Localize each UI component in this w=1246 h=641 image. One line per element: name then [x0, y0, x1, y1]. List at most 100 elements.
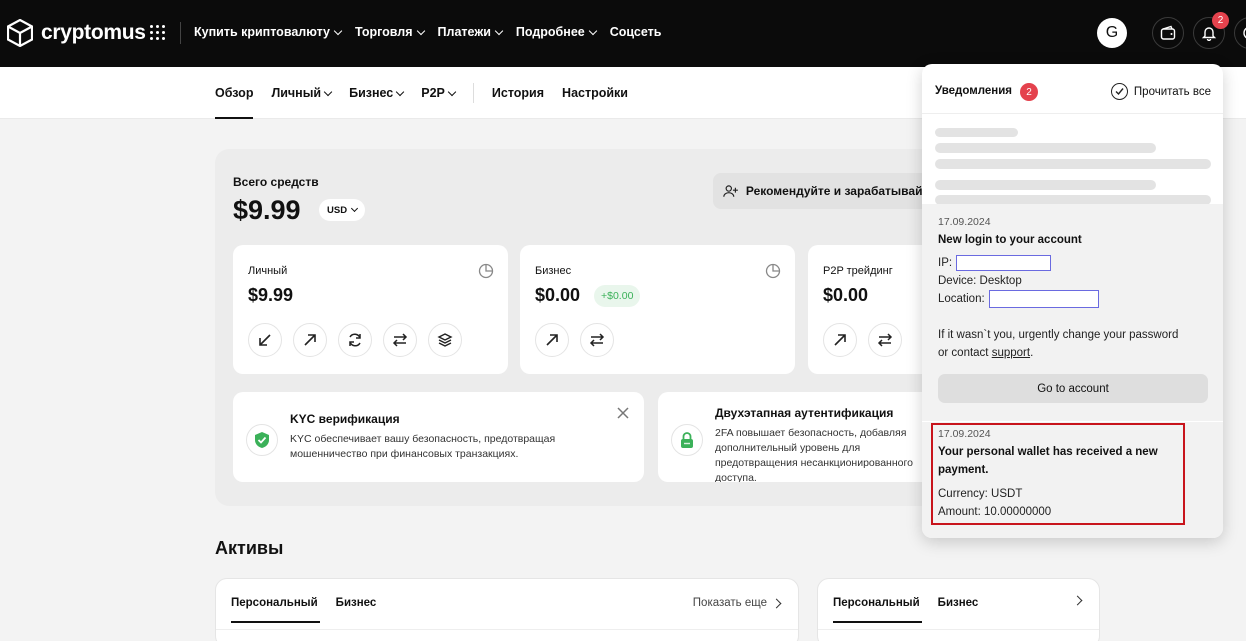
refer-earn-button[interactable]: Рекомендуйте и зарабатывайте	[713, 173, 935, 209]
receive-button[interactable]	[248, 323, 282, 357]
chevron-down-icon	[323, 87, 333, 96]
warning-text: If it wasn`t you, urgently change your p…	[938, 329, 1179, 359]
p2p-wallet-card[interactable]: P2P трейдинг $0.00	[808, 245, 935, 374]
tab-history[interactable]: История	[492, 67, 544, 119]
convert-button[interactable]	[338, 323, 372, 357]
tab-label: Обзор	[215, 86, 254, 100]
swap-arrows-icon	[392, 333, 408, 347]
loading-skeleton	[935, 143, 1156, 153]
chevron-down-icon	[351, 204, 359, 213]
arrow-down-left-icon	[259, 334, 271, 346]
tab-separator	[472, 83, 474, 103]
nav-trading[interactable]: Торговля	[355, 25, 425, 39]
go-to-account-button[interactable]: Go to account	[938, 374, 1208, 403]
loading-skeleton	[935, 180, 1156, 190]
currency-select[interactable]: USD	[319, 199, 366, 221]
wallet-title: Личный	[248, 265, 288, 277]
tab-personal[interactable]: Личный	[271, 67, 333, 119]
next-button[interactable]	[1072, 595, 1083, 606]
chevron-down-icon	[588, 26, 597, 35]
warning-label: If it wasn`t you, urgently change your p…	[938, 329, 1179, 359]
main-nav: Купить криптовалюту Торговля Платежи Под…	[194, 25, 661, 39]
notification-badge: 2	[1212, 12, 1229, 29]
chevron-down-icon	[396, 87, 405, 96]
tab-label: P2P	[421, 86, 445, 100]
notifications-title: Уведомления	[935, 85, 1012, 97]
twofa-title: Двухэтапная аутентификация	[715, 406, 894, 420]
top-bar: cryptomus Купить криптовалюту Торговля П…	[0, 0, 1246, 67]
nav-payments[interactable]: Платежи	[438, 25, 504, 39]
notifications-count-badge: 2	[1020, 83, 1038, 101]
swap-arrows-icon	[589, 333, 605, 347]
nav-buy-crypto[interactable]: Купить криптовалюту	[194, 25, 343, 39]
assets-heading: Активы	[215, 538, 284, 558]
loading-skeleton	[935, 128, 1018, 137]
chevron-down-icon	[494, 26, 504, 35]
wallet-icon	[1160, 25, 1176, 40]
notification-date: 17.09.2024	[938, 216, 991, 228]
wallet-button[interactable]	[1152, 17, 1184, 49]
wallet-balance: $0.00	[535, 285, 581, 305]
twofa-description: 2FA повышает безопасность, добавляя допо…	[715, 427, 913, 482]
wallet-balance: $0.00	[823, 285, 869, 305]
tab-overview[interactable]: Обзор	[215, 67, 254, 119]
cryptomus-logo[interactable]: cryptomus	[7, 19, 146, 47]
theme-button[interactable]	[1234, 17, 1246, 49]
read-all-button[interactable]: Прочитать все	[1110, 83, 1211, 100]
show-more-link[interactable]: Показать еще	[692, 597, 782, 609]
apps-grid-icon[interactable]	[150, 25, 166, 41]
send-button[interactable]	[535, 323, 569, 357]
tab-settings[interactable]: Настройки	[562, 67, 628, 119]
assets-card-secondary: Персональный Бизнес	[817, 578, 1100, 641]
nav-more[interactable]: Подробнее	[515, 25, 597, 39]
arrow-up-right-icon	[304, 334, 316, 346]
highlight-annotation	[931, 423, 1185, 525]
overview-card: Всего средств $9.99 USD Рекомендуйте и з…	[215, 149, 935, 506]
notifications-header: Уведомления 2 Прочитать все	[922, 64, 1223, 114]
tab-assets-personal[interactable]: Персональный	[833, 597, 922, 623]
tab-label: Настройки	[562, 86, 628, 100]
assets-card-main: Персональный Бизнес Показать еще	[215, 578, 799, 641]
tab-assets-business[interactable]: Бизнес	[938, 597, 979, 623]
nav-social[interactable]: Соцсеть	[610, 25, 662, 39]
brand-name: cryptomus	[41, 21, 146, 44]
tab-label: Бизнес	[349, 86, 394, 100]
transfer-button[interactable]	[580, 323, 614, 357]
twofa-card[interactable]: Двухэтапная аутентификация 2FA повышает …	[658, 392, 935, 482]
currency-value: USD	[327, 204, 348, 216]
wallet-title: P2P трейдинг	[823, 265, 893, 277]
tab-assets-business[interactable]: Бизнес	[336, 597, 377, 623]
nav-label: Купить криптовалюту	[194, 25, 330, 39]
notification-title: New login to your account	[938, 234, 1082, 246]
avatar[interactable]: G	[1097, 18, 1127, 48]
read-all-label: Прочитать все	[1133, 85, 1211, 98]
support-link[interactable]: support	[992, 347, 1030, 359]
add-user-icon	[723, 185, 738, 197]
kyc-card[interactable]: KYC верификация KYC обеспечивает вашу бе…	[233, 392, 644, 482]
show-more-label: Показать еще	[692, 597, 767, 609]
pie-chart-icon[interactable]	[765, 263, 781, 279]
tab-business[interactable]: Бизнес	[349, 67, 405, 119]
divider	[818, 629, 1099, 630]
close-icon[interactable]	[616, 406, 630, 420]
tab-label: Личный	[271, 86, 322, 100]
tab-label: История	[491, 86, 545, 100]
gain-badge: +$0.00	[594, 285, 641, 307]
arrow-up-right-icon	[546, 334, 558, 346]
personal-wallet-card[interactable]: Личный $9.99	[233, 245, 508, 374]
transfer-button[interactable]	[868, 323, 902, 357]
tab-assets-personal[interactable]: Персональный	[231, 597, 320, 623]
pie-chart-icon[interactable]	[478, 263, 494, 279]
send-button[interactable]	[293, 323, 327, 357]
total-funds-label: Всего средств	[233, 175, 319, 189]
divider	[216, 629, 798, 630]
tab-p2p[interactable]: P2P	[421, 67, 457, 119]
business-wallet-card[interactable]: Бизнес $0.00 +$0.00	[520, 245, 795, 374]
nav-label: Подробнее	[515, 25, 585, 39]
login-notification[interactable]: 17.09.2024 New login to your account IP:…	[922, 204, 1223, 421]
send-button[interactable]	[823, 323, 857, 357]
total-funds-value: $9.99	[233, 195, 301, 225]
transfer-button[interactable]	[383, 323, 417, 357]
shield-check-icon	[246, 424, 278, 456]
staking-button[interactable]	[428, 323, 462, 357]
